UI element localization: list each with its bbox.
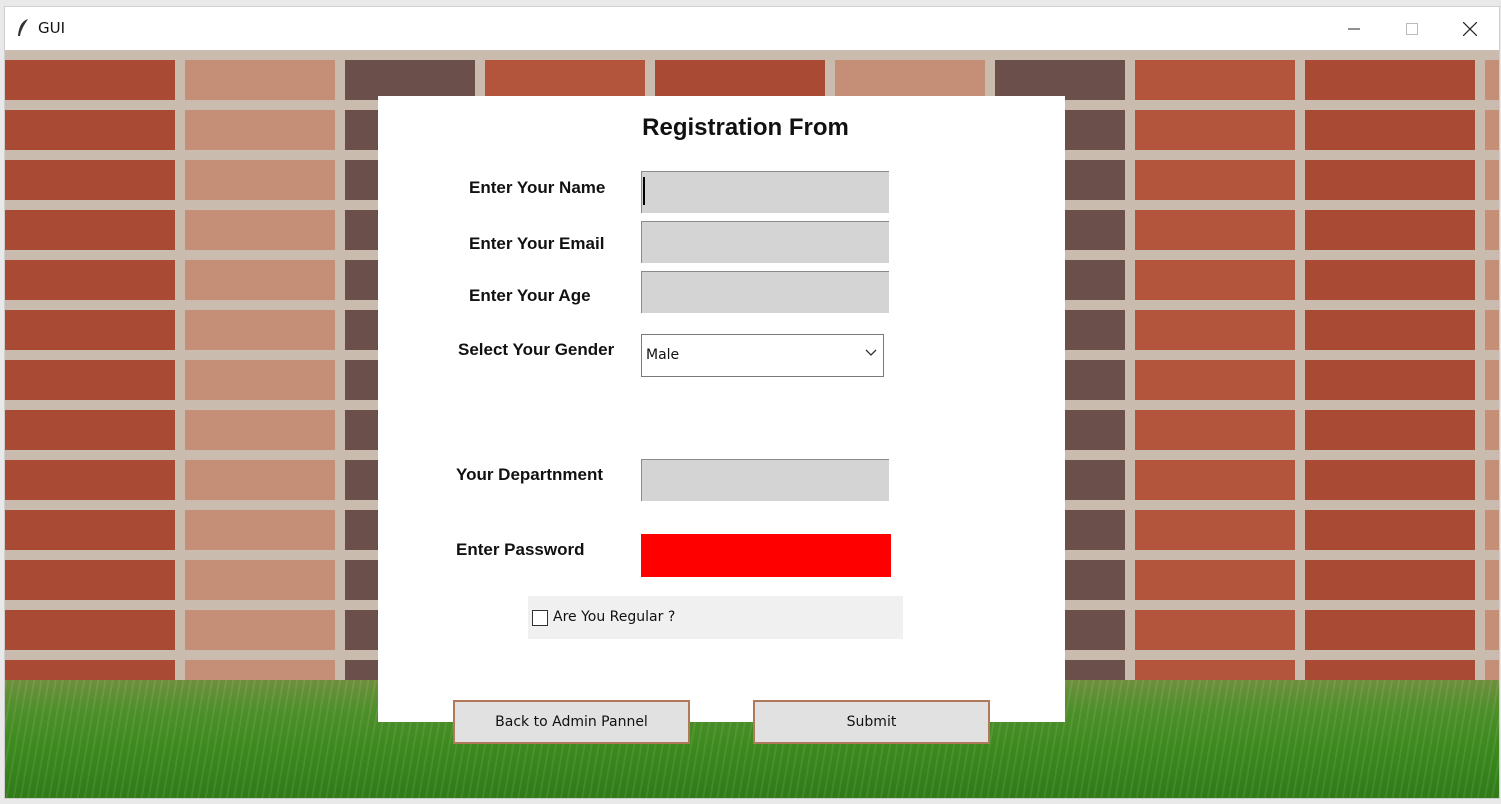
feather-icon <box>18 19 28 36</box>
chevron-down-icon <box>865 349 877 356</box>
password-input[interactable] <box>641 534 891 577</box>
age-label: Enter Your Age <box>469 286 591 305</box>
back-to-admin-button[interactable]: Back to Admin Pannel <box>453 700 690 744</box>
email-label: Enter Your Email <box>469 234 605 253</box>
brick-background: Registration From Enter Your Name Enter … <box>5 50 1499 798</box>
minimize-icon <box>1348 28 1360 29</box>
name-label: Enter Your Name <box>469 178 606 197</box>
close-icon <box>1463 21 1477 36</box>
app-window: GUI Registration From Enter Your Name En… <box>4 6 1500 799</box>
minimize-button[interactable] <box>1325 7 1383 50</box>
age-input[interactable] <box>641 271 889 313</box>
submit-button[interactable]: Submit <box>753 700 990 744</box>
gender-select[interactable]: Male <box>641 334 884 377</box>
regular-checkbox-row[interactable]: Are You Regular ? <box>528 596 903 639</box>
department-label: Your Departnment <box>456 465 604 484</box>
title-bar: GUI <box>5 7 1499 50</box>
department-input[interactable] <box>641 459 889 501</box>
regular-checkbox[interactable] <box>532 610 548 626</box>
maximize-icon <box>1406 22 1418 35</box>
password-label: Enter Password <box>456 540 585 559</box>
close-button[interactable] <box>1441 7 1499 50</box>
email-input[interactable] <box>641 221 889 263</box>
form-title: Registration From <box>642 114 849 141</box>
name-input[interactable] <box>641 171 889 213</box>
gender-label: Select Your Gender <box>458 340 615 359</box>
window-title: GUI <box>38 19 66 37</box>
gender-selected-value: Male <box>646 347 680 363</box>
maximize-button[interactable] <box>1383 7 1441 50</box>
regular-checkbox-label[interactable]: Are You Regular ? <box>553 609 675 625</box>
registration-form: Registration From Enter Your Name Enter … <box>378 96 1065 722</box>
